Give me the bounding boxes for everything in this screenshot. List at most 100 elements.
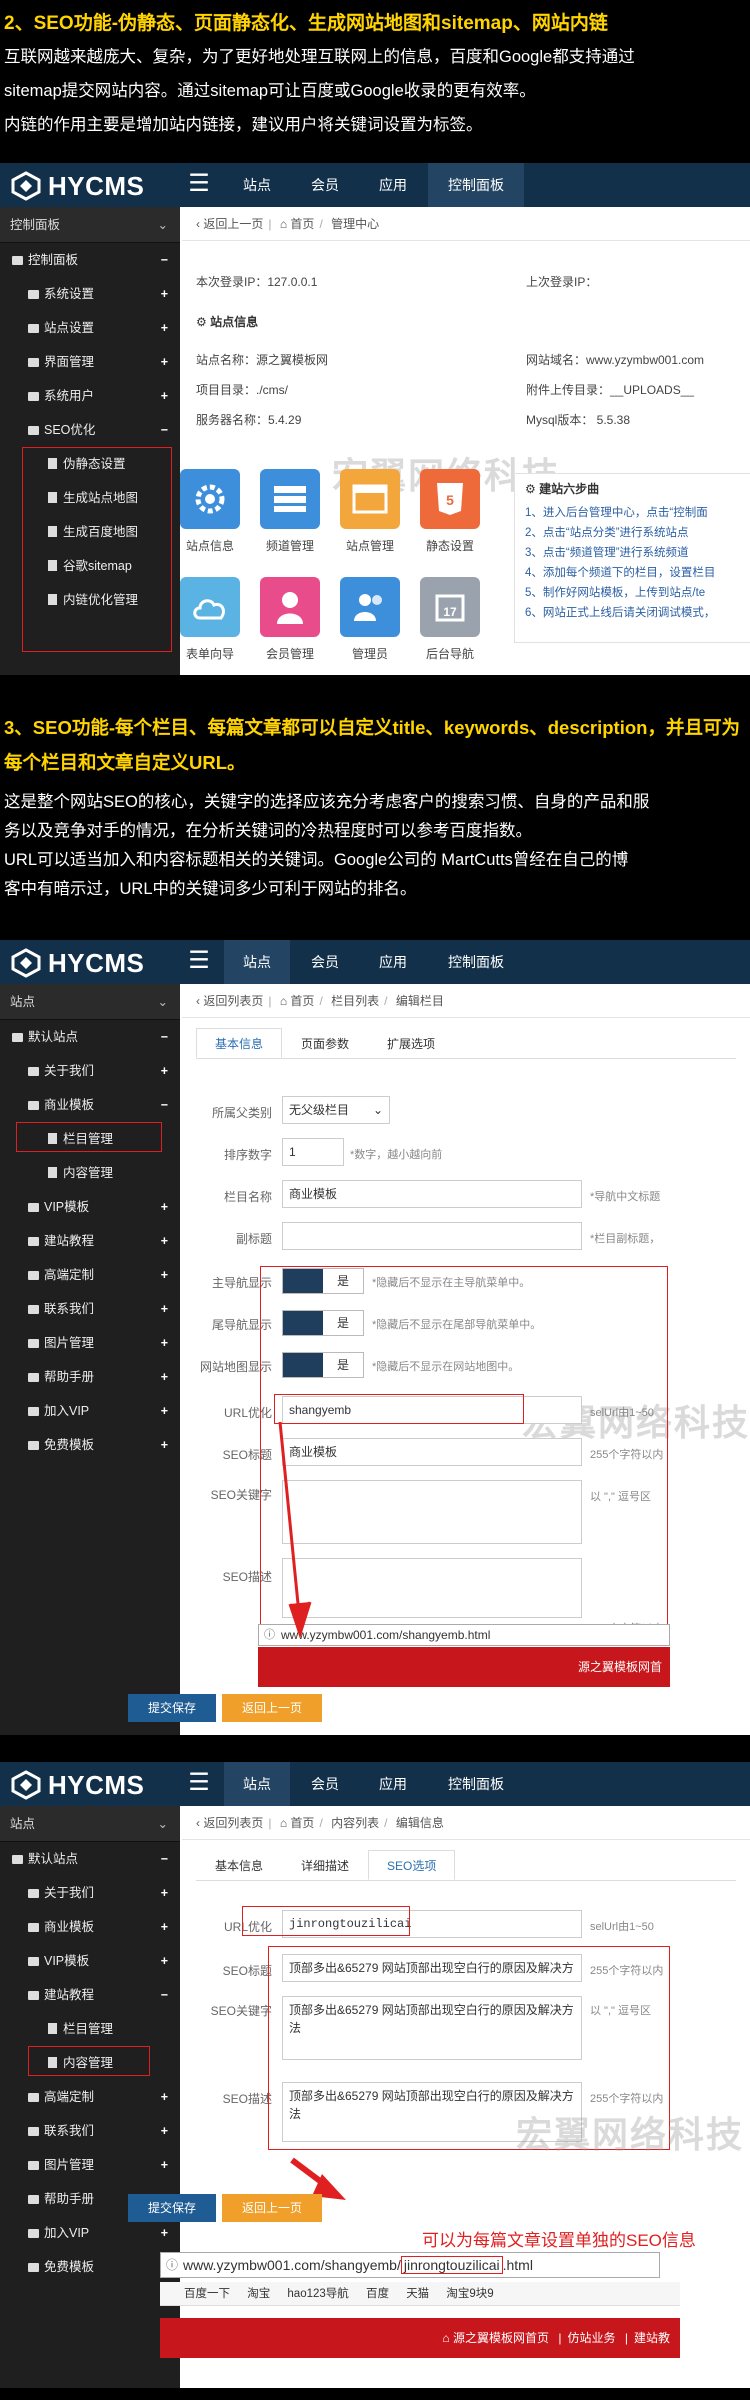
bookmark[interactable]: hao123导航 xyxy=(287,2288,348,2300)
menu-toggle-icon[interactable]: ☰ xyxy=(182,163,216,207)
collapse-icon: − xyxy=(160,1030,168,1044)
footer-link[interactable]: 建站教 xyxy=(634,2331,670,2345)
sidebar-item[interactable]: 控制面板 − xyxy=(0,243,180,277)
sidebar-header[interactable]: 站点 ⌄ xyxy=(0,984,180,1020)
tile-site-info[interactable] xyxy=(180,469,240,529)
sidebar: 站点 ⌄ 默认站点 − 关于我们 + 商业模板 − 栏目管理 内容管理 VIP模板 + 建… xyxy=(0,984,180,1735)
tile-channel[interactable] xyxy=(260,469,320,529)
nav-tab-member[interactable]: 会员 xyxy=(292,163,358,207)
nav-tab-member[interactable]: 会员 xyxy=(292,940,358,984)
sidebar-item[interactable]: 商业模板 + xyxy=(0,1910,180,1944)
collapse-icon: − xyxy=(160,1098,168,1112)
list-icon xyxy=(274,486,306,512)
sidebar-item[interactable]: VIP模板 + xyxy=(0,1190,180,1224)
sidebar-item[interactable]: 高端定制 + xyxy=(0,2080,180,2114)
tile-members[interactable] xyxy=(260,577,320,637)
main-panel: ‹ 返回列表页 | ⌂ 首页 / 栏目列表 / 编辑栏目 基本信息 页面参数 扩展选项… xyxy=(128,984,750,1735)
sidebar-item[interactable]: 图片管理 + xyxy=(0,2148,180,2182)
sidebar-header[interactable]: 站点 ⌄ xyxy=(0,1806,180,1842)
tile-static[interactable]: 5 xyxy=(420,469,480,529)
step-link[interactable]: 2、点击“站点分类”进行系统站点 xyxy=(525,523,743,543)
step-link[interactable]: 5、制作好网站模板，上传到站点/te xyxy=(525,583,743,603)
sidebar-item[interactable]: 联系我们 + xyxy=(0,1292,180,1326)
sidebar-item[interactable]: 系统设置 + xyxy=(0,277,180,311)
tile-site-manage[interactable] xyxy=(340,469,400,529)
tile-backend-nav[interactable]: 17 xyxy=(420,577,480,637)
sidebar-item[interactable]: 界面管理 + xyxy=(0,345,180,379)
nav-tab-app[interactable]: 应用 xyxy=(360,940,426,984)
highlight-box xyxy=(22,447,172,652)
expand-icon: + xyxy=(160,1200,168,1214)
menu-toggle-icon[interactable]: ☰ xyxy=(182,940,216,984)
expand-icon: + xyxy=(160,1920,168,1934)
bookmark[interactable]: 百度 xyxy=(366,2288,389,2300)
chevron-down-icon: ⌄ xyxy=(157,218,168,232)
folder-icon xyxy=(28,2093,39,2102)
nav-tab-control[interactable]: 控制面板 xyxy=(428,940,524,984)
sidebar-subitem[interactable]: 栏目管理 xyxy=(0,2012,180,2046)
tile-label: 管理员 xyxy=(351,647,388,661)
server-name: 服务器名称：5.4.29 xyxy=(196,413,302,427)
sidebar-item-seo[interactable]: SEO优化 − xyxy=(0,413,180,447)
folder-icon xyxy=(28,1237,39,1246)
footer-link[interactable]: 源之翼模板网首页 xyxy=(453,2331,549,2345)
step-link[interactable]: 1、进入后台管理中心，点击“控制面 xyxy=(525,503,743,523)
expand-icon: + xyxy=(160,287,168,301)
back-button[interactable]: 返回上一页 xyxy=(222,1694,322,1722)
sidebar-item[interactable]: 建站教程 − xyxy=(0,1978,180,2012)
crumb-home-link[interactable]: 首页 xyxy=(290,217,314,231)
sidebar-item[interactable]: 站点设置 + xyxy=(0,311,180,345)
top-bar: HYCMS ☰ 站点 会员 应用 控制面板 xyxy=(0,163,750,207)
site-name: 站点名称：源之翼模板网 xyxy=(196,353,329,367)
sidebar-item[interactable]: 关于我们 + xyxy=(0,1054,180,1088)
sidebar-item[interactable]: 默认站点 − xyxy=(0,1020,180,1054)
crumb-back-link[interactable]: 返回上一页 xyxy=(203,217,263,231)
footer-link[interactable]: 仿站业务 xyxy=(568,2331,616,2345)
nav-tab-site[interactable]: 站点 xyxy=(224,163,290,207)
expand-icon: + xyxy=(160,389,168,403)
sidebar-header[interactable]: 控制面板 ⌄ xyxy=(0,207,180,243)
sidebar-item[interactable]: 关于我们 + xyxy=(0,1876,180,1910)
site-domain: 网站域名：www.yzymbw001.com xyxy=(526,353,705,367)
sidebar-item[interactable]: 免费模板+ xyxy=(0,2250,180,2284)
tile-form[interactable] xyxy=(180,577,240,637)
sidebar-subitem[interactable]: 内容管理 xyxy=(0,1156,180,1190)
nav-tab-site[interactable]: 站点 xyxy=(224,1762,290,1806)
bookmark[interactable]: 淘宝 xyxy=(247,2288,270,2300)
sidebar-item[interactable]: 图片管理 + xyxy=(0,1326,180,1360)
sidebar-item[interactable]: 高端定制 + xyxy=(0,1258,180,1292)
sidebar-item[interactable]: 联系我们 + xyxy=(0,2114,180,2148)
sidebar-item[interactable]: 商业模板 − xyxy=(0,1088,180,1122)
sidebar-item[interactable]: VIP模板 + xyxy=(0,1944,180,1978)
nav-tab-site[interactable]: 站点 xyxy=(224,940,290,984)
back-button[interactable]: 返回上一页 xyxy=(222,2194,322,2222)
folder-icon xyxy=(28,2263,39,2272)
nav-tab-app[interactable]: 应用 xyxy=(360,1762,426,1806)
browser-address-bar[interactable]: www.yzymbw001.com/shangyemb/jinrongtouzi… xyxy=(160,2252,660,2278)
sidebar-item[interactable]: 默认站点 − xyxy=(0,1842,180,1876)
nav-tab-member[interactable]: 会员 xyxy=(292,1762,358,1806)
bookmark[interactable]: 天猫 xyxy=(406,2288,429,2300)
sidebar-item[interactable]: 免费模板+ xyxy=(0,1428,180,1462)
step-link[interactable]: 3、点击“频道管理”进行系统频道 xyxy=(525,543,743,563)
expand-icon: + xyxy=(160,1370,168,1384)
nav-tab-app[interactable]: 应用 xyxy=(360,163,426,207)
tile-admins[interactable] xyxy=(340,577,400,637)
nav-tab-control[interactable]: 控制面板 xyxy=(428,1762,524,1806)
folder-icon xyxy=(28,1339,39,1348)
bookmark[interactable]: 百度一下 xyxy=(184,2288,230,2300)
submit-button[interactable]: 提交保存 xyxy=(128,2194,216,2222)
tile-label: 静态设置 xyxy=(425,539,474,553)
bookmark[interactable]: 淘宝9块9 xyxy=(446,2288,493,2300)
nav-tab-control[interactable]: 控制面板 xyxy=(428,163,524,207)
menu-toggle-icon[interactable]: ☰ xyxy=(182,1762,216,1806)
sidebar-item[interactable]: 建站教程 + xyxy=(0,1224,180,1258)
step-link[interactable]: 4、添加每个频道下的栏目，设置栏目 xyxy=(525,563,743,583)
tile-label: 站点管理 xyxy=(345,539,394,553)
step-link[interactable]: 6、网站正式上线后请关闭调试模式， xyxy=(525,603,743,623)
section2-paragraph: 互联网越来越庞大、复杂，为了更好地处理互联网上的信息，百度和Google都支持通… xyxy=(4,48,635,66)
sidebar-item[interactable]: 帮助手册+ xyxy=(0,1360,180,1394)
sidebar-item[interactable]: 加入VIP + xyxy=(0,1394,180,1428)
sidebar-item[interactable]: 系统用户 + xyxy=(0,379,180,413)
submit-button[interactable]: 提交保存 xyxy=(128,1694,216,1722)
